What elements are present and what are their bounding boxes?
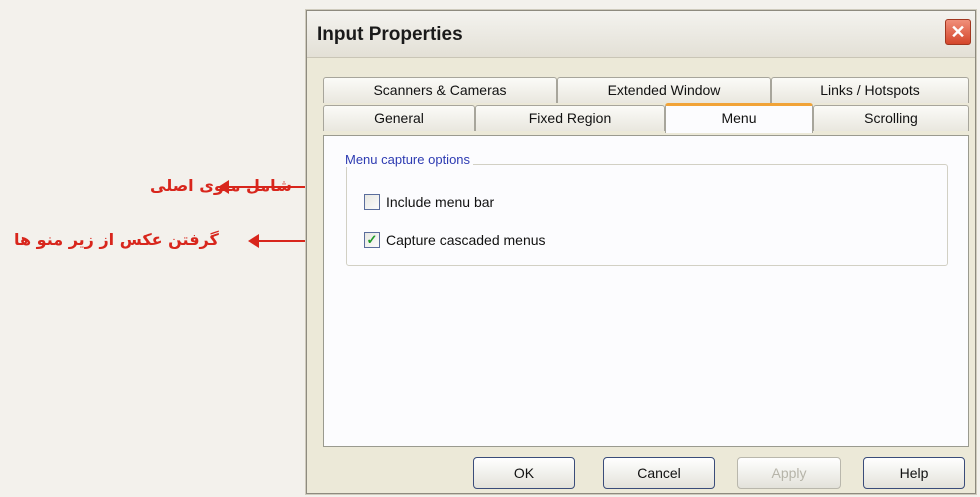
tab-general[interactable]: General (323, 105, 475, 131)
cancel-button[interactable]: Cancel (603, 457, 715, 489)
include-menu-bar-option[interactable]: Include menu bar (364, 194, 494, 210)
annotation-cascaded-menus: گرفتن عکس از زیر منو ها (14, 230, 219, 249)
tab-links-hotspots[interactable]: Links / Hotspots (771, 77, 969, 103)
help-button[interactable]: Help (863, 457, 965, 489)
tab-scrolling[interactable]: Scrolling (813, 105, 969, 131)
close-icon[interactable]: ✕ (945, 19, 971, 45)
input-properties-dialog: Input Properties ✕ Scanners & Cameras Ex… (306, 10, 976, 494)
capture-cascaded-menus-checkbox[interactable]: ✓ (364, 232, 380, 248)
title-bar[interactable]: Input Properties ✕ (307, 11, 975, 58)
dialog-title: Input Properties (317, 24, 463, 45)
menu-capture-options-group (346, 164, 948, 266)
ok-button[interactable]: OK (473, 457, 575, 489)
tab-fixed-region[interactable]: Fixed Region (475, 105, 665, 131)
tab-extended-window[interactable]: Extended Window (557, 77, 771, 103)
include-menu-bar-checkbox[interactable] (364, 194, 380, 210)
include-menu-bar-label: Include menu bar (386, 194, 495, 210)
group-title: Menu capture options (342, 152, 474, 167)
apply-button: Apply (737, 457, 841, 489)
capture-cascaded-menus-option[interactable]: ✓ Capture cascaded menus (364, 232, 546, 248)
tab-panel-menu: Menu capture options Include menu bar ✓ … (323, 135, 969, 447)
capture-cascaded-menus-label: Capture cascaded menus (386, 232, 546, 248)
tab-scanners-cameras[interactable]: Scanners & Cameras (323, 77, 557, 103)
tab-menu[interactable]: Menu (665, 103, 813, 133)
